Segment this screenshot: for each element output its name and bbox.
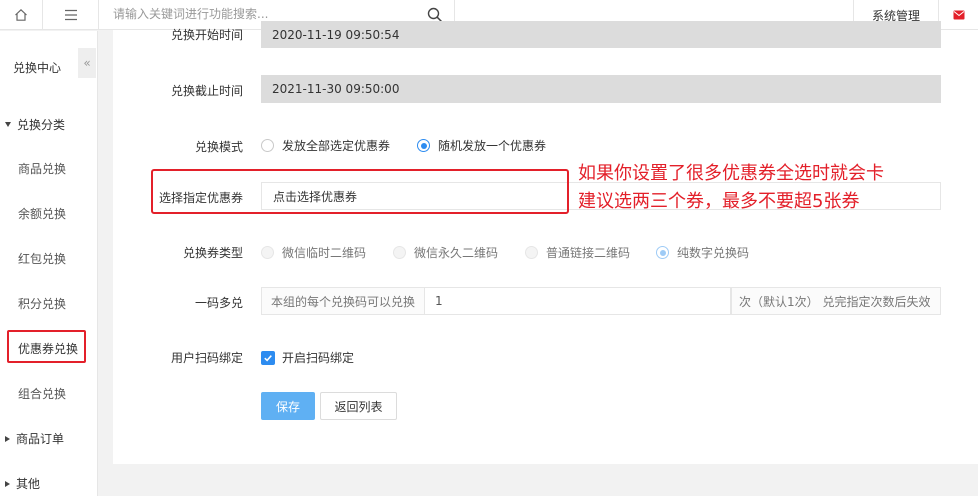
home-icon [15, 8, 27, 21]
radio-label: 随机发放一个优惠券 [438, 139, 547, 153]
multi-use-count-input[interactable]: 1 [425, 287, 731, 315]
hamburger-menu-icon [64, 9, 77, 21]
radio-label: 普通链接二维码 [546, 246, 631, 260]
code-type-option-link-qr[interactable]: 普通链接二维码 [525, 244, 630, 261]
multi-use-label: 一码多兑 [194, 296, 243, 310]
radio-label: 微信永久二维码 [414, 246, 499, 260]
sidebar-title: 兑换中心 [13, 61, 62, 75]
mail-icon [953, 10, 964, 20]
annotation-text: 如果你设置了很多优惠券全选时就会卡 建议选两三个券，最多不要超5张券 [578, 160, 884, 216]
radio-checked[interactable] [417, 139, 430, 152]
scan-bind-label: 用户扫码绑定 [170, 351, 243, 365]
caret-right-icon [5, 480, 10, 487]
exchange-mode-label: 兑换模式 [194, 140, 243, 154]
radio-unchecked[interactable] [261, 246, 274, 259]
sidebar-item-product-exchange[interactable]: 商品兑换 [18, 160, 66, 177]
sidebar-item-combo-exchange[interactable]: 组合兑换 [18, 385, 66, 402]
sidebar-group-other[interactable]: 其他 [5, 475, 40, 492]
end-time-label: 兑换截止时间 [170, 84, 243, 98]
radio-label: 微信临时二维码 [282, 246, 367, 260]
start-time-label: 兑换开始时间 [170, 28, 243, 42]
sidebar-group-exchange-category[interactable]: 兑换分类 [5, 116, 65, 133]
sidebar-group-product-orders[interactable]: 商品订单 [5, 430, 64, 447]
checkbox-label: 开启扫码绑定 [282, 351, 355, 365]
multi-use-suffix: 次（默认1次） 兑完指定次数后失效 [731, 287, 941, 315]
multi-use-prefix: 本组的每个兑换码可以兑换 [261, 287, 425, 315]
caret-right-icon [5, 435, 10, 442]
sidebar-group-label: 其他 [16, 477, 41, 491]
sidebar-item-coupon-exchange[interactable]: 优惠券兑换 [18, 340, 78, 357]
back-to-list-button[interactable]: 返回列表 [320, 392, 397, 420]
radio-label: 纯数字兑换码 [677, 246, 750, 260]
code-type-label: 兑换券类型 [182, 246, 243, 260]
radio-checked[interactable] [656, 246, 669, 259]
sidebar-item-points-exchange[interactable]: 积分兑换 [18, 295, 66, 312]
double-chevron-left-icon: « [83, 56, 91, 70]
radio-unchecked[interactable] [261, 139, 274, 152]
sidebar-group-label: 商品订单 [16, 432, 65, 446]
annotation-line-2: 建议选两三个券，最多不要超5张券 [578, 191, 860, 212]
coupon-highlight-box [151, 169, 569, 214]
search-input[interactable] [113, 7, 413, 21]
sidebar: 兑换中心 « 兑换分类 商品兑换 余额兑换 红包兑换 积分兑换 优惠券兑换 组合… [0, 31, 98, 496]
sidebar-item-balance-exchange[interactable]: 余额兑换 [18, 205, 66, 222]
sidebar-group-label: 兑换分类 [17, 118, 66, 132]
check-icon [264, 354, 272, 362]
end-time-field[interactable]: 2021-11-30 09:50:00 [261, 75, 941, 103]
code-type-option-permanent-qr[interactable]: 微信永久二维码 [393, 244, 498, 261]
checkbox-checked[interactable] [261, 350, 275, 365]
scan-bind-option[interactable]: 开启扫码绑定 [261, 349, 354, 366]
radio-label: 发放全部选定优惠券 [282, 139, 391, 153]
annotation-line-1: 如果你设置了很多优惠券全选时就会卡 [578, 163, 884, 184]
code-type-option-temp-qr[interactable]: 微信临时二维码 [261, 244, 366, 261]
sidebar-collapse-button[interactable]: « [78, 48, 96, 78]
mail-button[interactable] [939, 0, 978, 30]
start-time-field[interactable]: 2020-11-19 09:50:54 [261, 21, 941, 48]
menu-toggle-button[interactable] [43, 0, 99, 30]
home-button[interactable] [0, 0, 43, 30]
mode-option-random[interactable]: 随机发放一个优惠券 [417, 137, 546, 154]
sidebar-item-redpacket-exchange[interactable]: 红包兑换 [18, 250, 66, 267]
caret-down-icon [5, 122, 11, 127]
radio-unchecked[interactable] [393, 246, 406, 259]
mode-option-all[interactable]: 发放全部选定优惠券 [261, 137, 390, 154]
save-button[interactable]: 保存 [261, 392, 315, 420]
radio-unchecked[interactable] [525, 246, 538, 259]
code-type-option-numeric[interactable]: 纯数字兑换码 [656, 244, 749, 261]
